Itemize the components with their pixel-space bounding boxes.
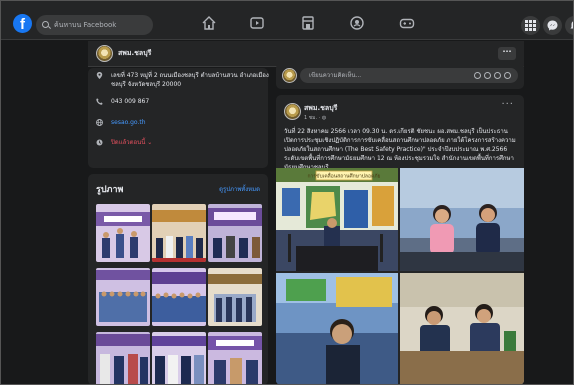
chevron-down-icon: ⌄ — [147, 139, 153, 146]
composer-avatar — [282, 68, 297, 83]
post-author-name[interactable]: สพม.ชลบุรี — [304, 103, 337, 114]
post-author-avatar[interactable] — [284, 103, 301, 120]
emoji-icon[interactable] — [504, 72, 511, 79]
photos-title: รูปภาพ — [96, 185, 124, 195]
feed-post: สพม.ชลบุรี 1 ชม. · ◍ ··· วันที่ 22 สิงหา… — [276, 95, 524, 385]
photo-thumbnail[interactable] — [152, 332, 206, 385]
marketplace-icon[interactable] — [299, 14, 317, 32]
phone-number: 043 009 867 — [111, 98, 150, 105]
photo-thumbnail[interactable] — [208, 204, 262, 262]
photo-thumbnail[interactable] — [96, 268, 150, 326]
post-timestamp[interactable]: 1 ชม. · ◍ — [304, 114, 326, 122]
address-line-2: ชลบุรี จังหวัดชลบุรี 20000 — [111, 81, 182, 88]
post-composer: เขียนความคิดเห็น... — [276, 63, 524, 89]
open-status[interactable]: ปิดแล้วตอนนี้ ⌄ — [111, 139, 152, 147]
photo-thumbnail[interactable] — [152, 204, 206, 262]
page-more-button[interactable]: ··· — [498, 47, 516, 60]
search-input[interactable]: ค้นหาบน Facebook — [36, 15, 153, 35]
sticker-icon[interactable] — [474, 72, 481, 79]
slide-title: การขับเคลื่อนสถานศึกษาปลอดภัย — [308, 173, 381, 180]
clock-icon — [96, 139, 103, 146]
groups-icon[interactable] — [348, 14, 366, 32]
photo-thumbnail[interactable] — [152, 268, 206, 326]
photo-thumbnail[interactable] — [96, 204, 150, 262]
gif-icon[interactable] — [494, 72, 501, 79]
camera-icon[interactable] — [484, 72, 491, 79]
photo-thumbnail[interactable] — [208, 332, 262, 385]
apps-grid-icon[interactable] — [521, 16, 540, 35]
comment-input[interactable]: เขียนความคิดเห็น... — [300, 68, 518, 83]
facebook-logo[interactable]: f — [13, 14, 32, 33]
location-pin-icon — [96, 72, 103, 79]
photo-thumbnail[interactable] — [208, 268, 262, 326]
messenger-icon[interactable] — [543, 16, 562, 35]
composer-placeholder: เขียนความคิดเห็น... — [309, 72, 362, 79]
notifications-icon[interactable] — [565, 16, 574, 35]
photos-card: รูปภาพ ดูรูปภาพทั้งหมด — [88, 174, 268, 385]
gaming-icon[interactable] — [398, 14, 416, 32]
video-icon[interactable] — [248, 14, 266, 32]
search-icon — [42, 21, 49, 28]
phone-icon — [96, 98, 103, 105]
post-photo-slide[interactable]: การขับเคลื่อนสถานศึกษาปลอดภัย — [276, 168, 398, 271]
address-line-1: เลขที่ 473 หมู่ที่ 2 ถนนเมืองชลบุรี ตำบล… — [111, 72, 269, 79]
post-photo-meeting[interactable] — [400, 273, 524, 385]
website-link[interactable]: sesao.go.th — [111, 119, 146, 127]
page-name[interactable]: สพม.ชลบุรี — [118, 48, 151, 59]
home-icon[interactable] — [200, 14, 218, 32]
globe-icon — [96, 119, 103, 126]
photo-thumbnail[interactable] — [96, 332, 150, 385]
post-more-button[interactable]: ··· — [501, 99, 514, 110]
post-photo-speaker[interactable] — [276, 273, 398, 385]
page-avatar[interactable] — [96, 45, 113, 62]
post-text: วันที่ 22 สิงหาคม 2566 เวลา 09.30 น. ดร.… — [284, 128, 516, 171]
post-photo-women[interactable] — [400, 168, 524, 271]
top-navigation-bar: f ค้นหาบน Facebook — [0, 0, 574, 40]
search-placeholder: ค้นหาบน Facebook — [54, 21, 117, 29]
page-about-card: เลขที่ 473 หมู่ที่ 2 ถนนเมืองชลบุรี ตำบล… — [88, 68, 269, 168]
see-all-photos-link[interactable]: ดูรูปภาพทั้งหมด — [219, 184, 260, 194]
